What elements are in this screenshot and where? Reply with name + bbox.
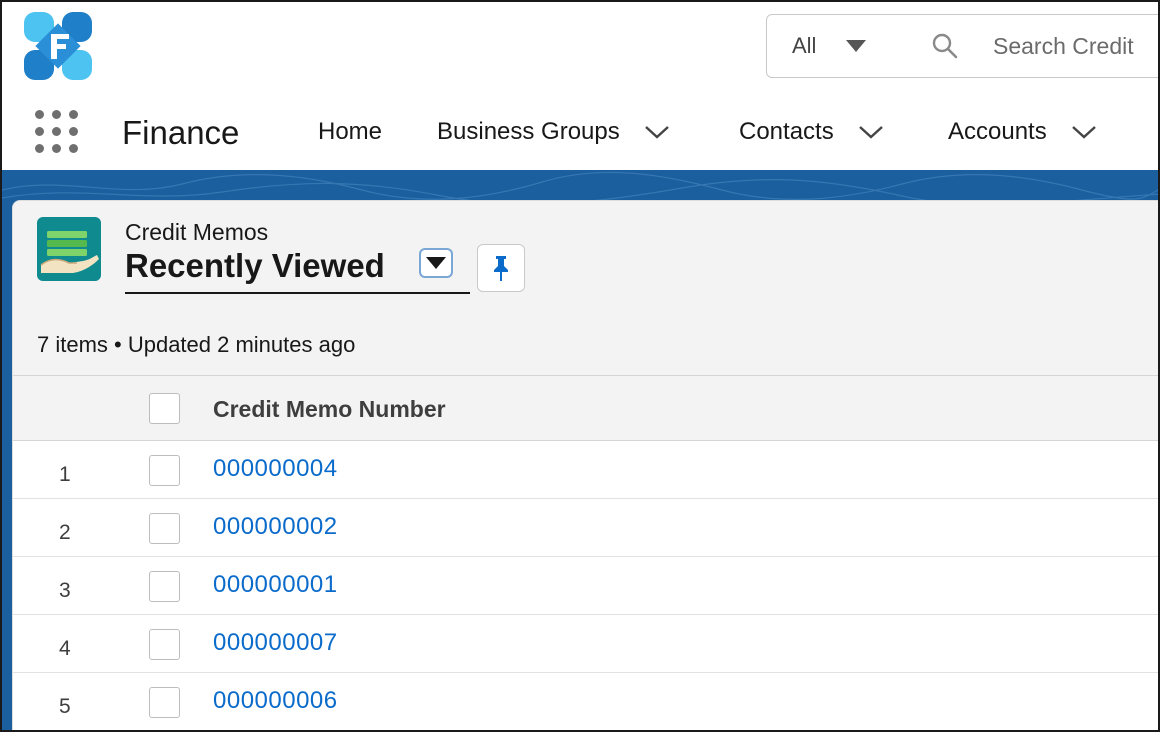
- search-scope-label: All: [792, 33, 817, 58]
- nav-item-contacts[interactable]: Contacts: [739, 118, 884, 146]
- nav-item-label: Home: [318, 118, 383, 145]
- column-header-credit-memo-number[interactable]: Credit Memo Number: [213, 396, 446, 423]
- app-logo-icon[interactable]: [20, 8, 96, 84]
- table-row: 5 000000006: [13, 673, 1158, 730]
- row-number: 2: [59, 521, 71, 544]
- credit-memo-link[interactable]: 000000006: [213, 687, 338, 715]
- row-number: 1: [59, 463, 71, 486]
- row-number: 5: [59, 695, 71, 718]
- row-checkbox[interactable]: [149, 513, 180, 544]
- credit-memo-link[interactable]: 000000004: [213, 455, 338, 483]
- chevron-down-icon[interactable]: [858, 124, 884, 140]
- nav-item-label: Contacts: [739, 118, 834, 145]
- global-nav: Finance Home Business Groups Contacts Ac…: [2, 98, 1158, 168]
- object-label: Credit Memos: [125, 219, 269, 245]
- credit-memo-object-icon: [37, 217, 101, 281]
- caret-down-icon: [426, 257, 446, 269]
- records-table: Credit Memo Number 1 000000004 2 0000000…: [13, 375, 1158, 730]
- row-checkbox[interactable]: [149, 455, 180, 486]
- chevron-down-icon[interactable]: [1071, 124, 1097, 140]
- row-checkbox[interactable]: [149, 629, 180, 660]
- caret-down-icon: [846, 40, 867, 52]
- list-view-name: Recently Viewed: [125, 247, 385, 284]
- app-launcher-icon[interactable]: [35, 110, 79, 154]
- list-view-title-underline: [125, 292, 470, 294]
- pin-list-view-button[interactable]: [477, 244, 525, 292]
- row-checkbox[interactable]: [149, 571, 180, 602]
- list-view-panel: Credit Memos Recently Viewed 7 items • U…: [12, 200, 1158, 730]
- select-all-checkbox[interactable]: [149, 393, 180, 424]
- nav-item-label: Business Groups: [437, 118, 620, 145]
- table-row: 3 000000001: [13, 557, 1158, 615]
- pin-icon: [494, 256, 508, 281]
- credit-memo-link[interactable]: 000000002: [213, 513, 338, 541]
- row-number: 4: [59, 637, 71, 660]
- nav-item-business-groups[interactable]: Business Groups: [437, 118, 670, 146]
- table-row: 4 000000007: [13, 615, 1158, 673]
- credit-memo-link[interactable]: 000000007: [213, 629, 338, 657]
- table-header: Credit Memo Number: [13, 375, 1158, 441]
- app-frame: All Search Credit Finance Home Business …: [0, 0, 1160, 732]
- search-placeholder: Search Credit: [993, 32, 1134, 59]
- credit-memo-link[interactable]: 000000001: [213, 571, 338, 599]
- table-row: 1 000000004: [13, 441, 1158, 499]
- search-icon: [932, 33, 958, 59]
- search-scope-select[interactable]: All: [766, 14, 892, 78]
- table-row: 2 000000002: [13, 499, 1158, 557]
- row-number: 3: [59, 579, 71, 602]
- list-status-text: 7 items • Updated 2 minutes ago: [37, 332, 356, 357]
- app-name: Finance: [122, 114, 240, 151]
- nav-item-home[interactable]: Home: [318, 118, 382, 146]
- list-view-title[interactable]: Recently Viewed: [125, 247, 385, 285]
- nav-item-accounts[interactable]: Accounts: [948, 118, 1097, 146]
- nav-item-label: Accounts: [948, 118, 1047, 145]
- row-checkbox[interactable]: [149, 687, 180, 718]
- search-input[interactable]: Search Credit: [891, 14, 1158, 78]
- chevron-down-icon[interactable]: [644, 124, 670, 140]
- list-view-switcher-button[interactable]: [419, 248, 453, 278]
- brand-band: [2, 170, 1158, 206]
